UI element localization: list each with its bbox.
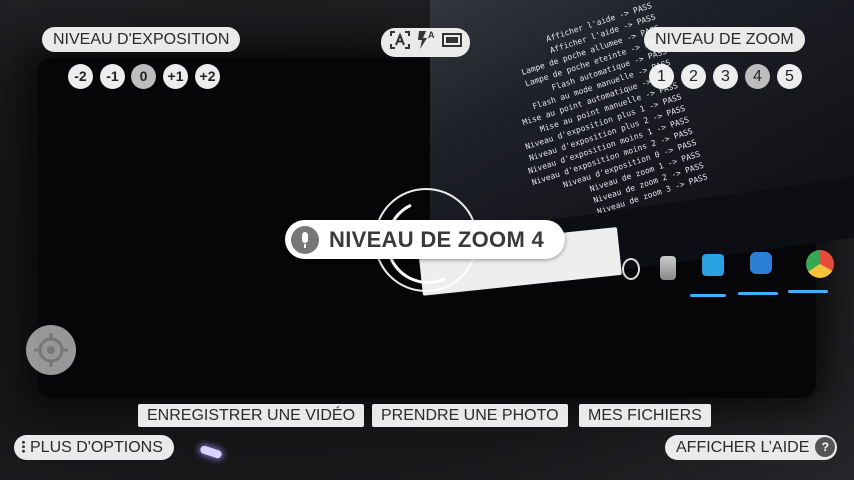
show-help-button[interactable]: AFFICHER L’AIDE?: [665, 435, 838, 460]
zoom-4-button[interactable]: 4: [745, 64, 770, 89]
show-help-label: AFFICHER L’AIDE: [676, 439, 810, 456]
exposure-0-button[interactable]: 0: [131, 64, 156, 89]
zoom-5-button[interactable]: 5: [777, 64, 802, 89]
voice-feedback-banner: NIVEAU DE ZOOM 4: [285, 220, 565, 259]
exposure-minus-1-button[interactable]: -1: [100, 64, 125, 89]
exposure-minus-2-button[interactable]: -2: [68, 64, 93, 89]
take-photo-button[interactable]: PRENDRE UNE PHOTO: [372, 404, 568, 427]
cortana-icon: [622, 258, 640, 280]
aspect-ratio-icon[interactable]: [441, 30, 463, 55]
zoom-level-title: NIVEAU DE ZOOM: [644, 27, 805, 52]
taskbar-indicator: [690, 294, 726, 297]
crosshair-icon: [34, 333, 68, 367]
store-icon: [702, 254, 724, 276]
more-options-label: PLUS D'OPTIONS: [30, 439, 163, 456]
more-options-button[interactable]: PLUS D'OPTIONS: [14, 435, 174, 460]
auto-flash-icon[interactable]: A: [415, 30, 437, 55]
exposure-plus-1-button[interactable]: +1: [163, 64, 188, 89]
my-files-button[interactable]: MES FICHIERS: [579, 404, 711, 427]
focus-target-button[interactable]: [26, 325, 76, 375]
taskbar-indicator: [738, 292, 778, 295]
svg-text:A: A: [428, 30, 435, 40]
light-glare: [199, 444, 223, 460]
voice-feedback-text: NIVEAU DE ZOOM 4: [329, 227, 545, 252]
camera-mode-toolbar: A: [381, 28, 470, 57]
zoom-2-button[interactable]: 2: [681, 64, 706, 89]
exposure-level-title: NIVEAU D'EXPOSITION: [42, 27, 241, 52]
exposure-plus-2-button[interactable]: +2: [195, 64, 220, 89]
task-view-icon: [660, 256, 676, 280]
app-icon: [750, 252, 772, 274]
taskbar-indicator: [788, 290, 828, 293]
help-icon: ?: [815, 436, 836, 457]
chrome-icon: [806, 250, 834, 278]
record-video-button[interactable]: ENREGISTRER UNE VIDÉO: [138, 404, 365, 427]
zoom-1-button[interactable]: 1: [649, 64, 674, 89]
auto-scene-icon[interactable]: [389, 30, 411, 55]
zoom-3-button[interactable]: 3: [713, 64, 738, 89]
microphone-icon: [291, 226, 319, 254]
more-vertical-icon: [22, 439, 25, 453]
